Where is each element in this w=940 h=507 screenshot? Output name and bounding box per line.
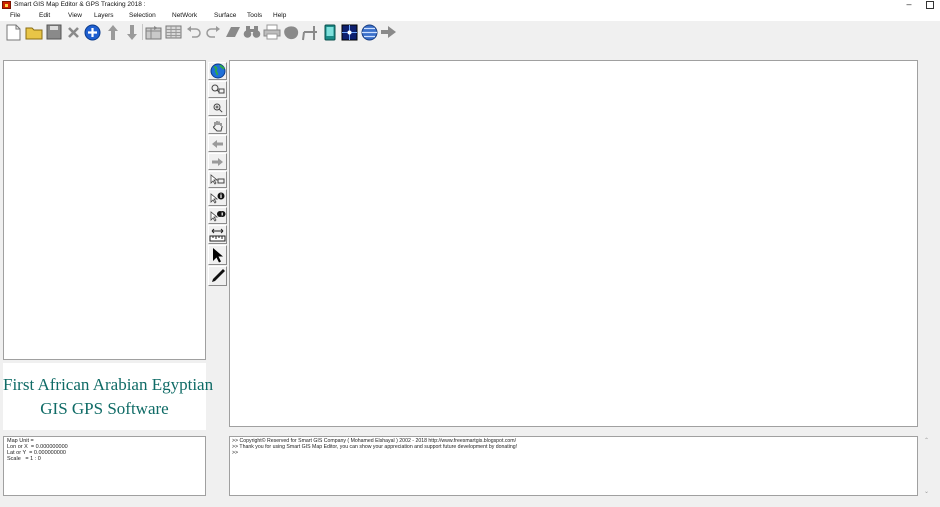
table-button[interactable] [164, 22, 183, 42]
layer-list-panel[interactable] [3, 60, 206, 360]
globe-icon [361, 24, 378, 40]
gps-device-button[interactable] [320, 22, 339, 42]
zoom-window-icon [211, 84, 224, 94]
log-line: >> [232, 450, 239, 456]
shape-button[interactable] [282, 22, 301, 42]
log-scroll-up-icon[interactable]: ⌃ [924, 437, 929, 444]
brand-panel: First African Arabian Egyptian GIS GPS S… [3, 363, 214, 430]
eraser-icon [225, 27, 240, 37]
map-canvas[interactable] [229, 60, 918, 427]
import-table-icon [145, 25, 162, 39]
measure-ruler-icon [209, 228, 226, 242]
select-to-layer-button[interactable] [208, 171, 227, 188]
menu-bar: File Edit View Layers Selection NetWork … [0, 11, 940, 21]
shape-icon [284, 25, 299, 39]
menu-network[interactable]: NetWork [172, 11, 197, 21]
new-file-button[interactable] [4, 22, 23, 42]
world-map-button[interactable] [208, 62, 227, 80]
delete-button[interactable] [64, 22, 83, 42]
delete-icon [68, 26, 79, 38]
scale-readout: Scale = 1 : 0 [7, 456, 41, 462]
hand-pan-icon [213, 120, 223, 131]
menu-file[interactable]: File [10, 11, 20, 21]
select-arrow-button[interactable] [208, 245, 227, 265]
new-file-icon [6, 24, 21, 40]
maximize-button[interactable] [926, 1, 934, 9]
menu-edit[interactable]: Edit [39, 11, 50, 21]
measure-button[interactable] [208, 225, 227, 244]
export-button[interactable] [379, 22, 398, 42]
toolbar-separator [142, 24, 143, 40]
window-title: Smart GIS Map Editor & GPS Tracking 2018… [14, 1, 146, 8]
menu-layers[interactable]: Layers [94, 11, 114, 21]
brand-text-line2: GIS GPS Software [40, 399, 169, 418]
menu-tools[interactable]: Tools [247, 11, 262, 21]
globe-layers-button[interactable] [360, 22, 379, 42]
add-point-button[interactable] [83, 22, 102, 42]
edit-pencil-button[interactable] [208, 266, 227, 286]
redo-button[interactable] [203, 22, 222, 42]
title-bar: Smart GIS Map Editor & GPS Tracking 2018… [0, 0, 940, 11]
coordinate-info-panel: Map Unit = Lon or X = 0.000000000 Lat or… [3, 436, 206, 496]
previous-extent-button[interactable] [208, 135, 227, 152]
table-icon [165, 25, 182, 39]
move-up-button[interactable] [103, 22, 122, 42]
menu-surface[interactable]: Surface [214, 11, 236, 21]
undo-icon [186, 26, 201, 38]
minimize-button[interactable]: – [902, 0, 916, 11]
app-icon [2, 1, 11, 9]
save-button[interactable] [44, 22, 63, 42]
identify-all-button[interactable] [208, 207, 227, 224]
identify-all-icon [210, 210, 225, 222]
next-extent-button[interactable] [208, 153, 227, 170]
identify-button[interactable] [208, 189, 227, 206]
import-table-button[interactable] [144, 22, 163, 42]
arrow-up-icon [107, 24, 118, 40]
main-toolbar [2, 21, 402, 43]
gps-device-icon [324, 24, 335, 40]
export-icon [381, 26, 396, 38]
binoculars-icon [243, 26, 260, 38]
zoom-window-button[interactable] [208, 81, 227, 98]
map-grid-button[interactable] [340, 22, 359, 42]
find-button[interactable] [242, 22, 261, 42]
map-grid-icon [341, 24, 358, 40]
cursor-arrow-icon [212, 248, 223, 263]
arrow-left-icon [212, 139, 223, 148]
identify-info-icon [210, 192, 225, 204]
route-button[interactable] [301, 22, 320, 42]
move-down-button[interactable] [122, 22, 141, 42]
zoom-in-button[interactable] [208, 99, 227, 116]
save-icon [46, 24, 61, 40]
message-log-panel[interactable]: >> Copyright© Reserved for Smart GIS Com… [229, 436, 918, 496]
world-globe-icon [210, 63, 225, 79]
arrow-down-icon [126, 24, 137, 40]
open-folder-icon [25, 27, 42, 39]
route-icon [302, 25, 317, 40]
open-folder-button[interactable] [24, 22, 43, 42]
undo-button[interactable] [184, 22, 203, 42]
menu-selection[interactable]: Selection [129, 11, 156, 21]
map-tools-column [207, 60, 228, 292]
redo-icon [205, 26, 220, 38]
select-layer-icon [210, 174, 225, 185]
brand-text-line1: First African Arabian Egyptian [3, 375, 214, 394]
add-circle-icon [84, 24, 101, 40]
menu-help[interactable]: Help [273, 11, 286, 21]
pencil-icon [211, 269, 225, 282]
log-scroll-down-icon[interactable]: ⌄ [924, 488, 929, 495]
menu-view[interactable]: View [68, 11, 82, 21]
printer-icon [263, 24, 280, 40]
eraser-button[interactable] [223, 22, 242, 42]
pan-button[interactable] [208, 117, 227, 134]
log-line: >> Thank you for using Smart GIS Map Edi… [232, 444, 518, 450]
zoom-in-icon [213, 103, 223, 113]
arrow-right-icon [212, 157, 223, 166]
print-button[interactable] [262, 22, 281, 42]
